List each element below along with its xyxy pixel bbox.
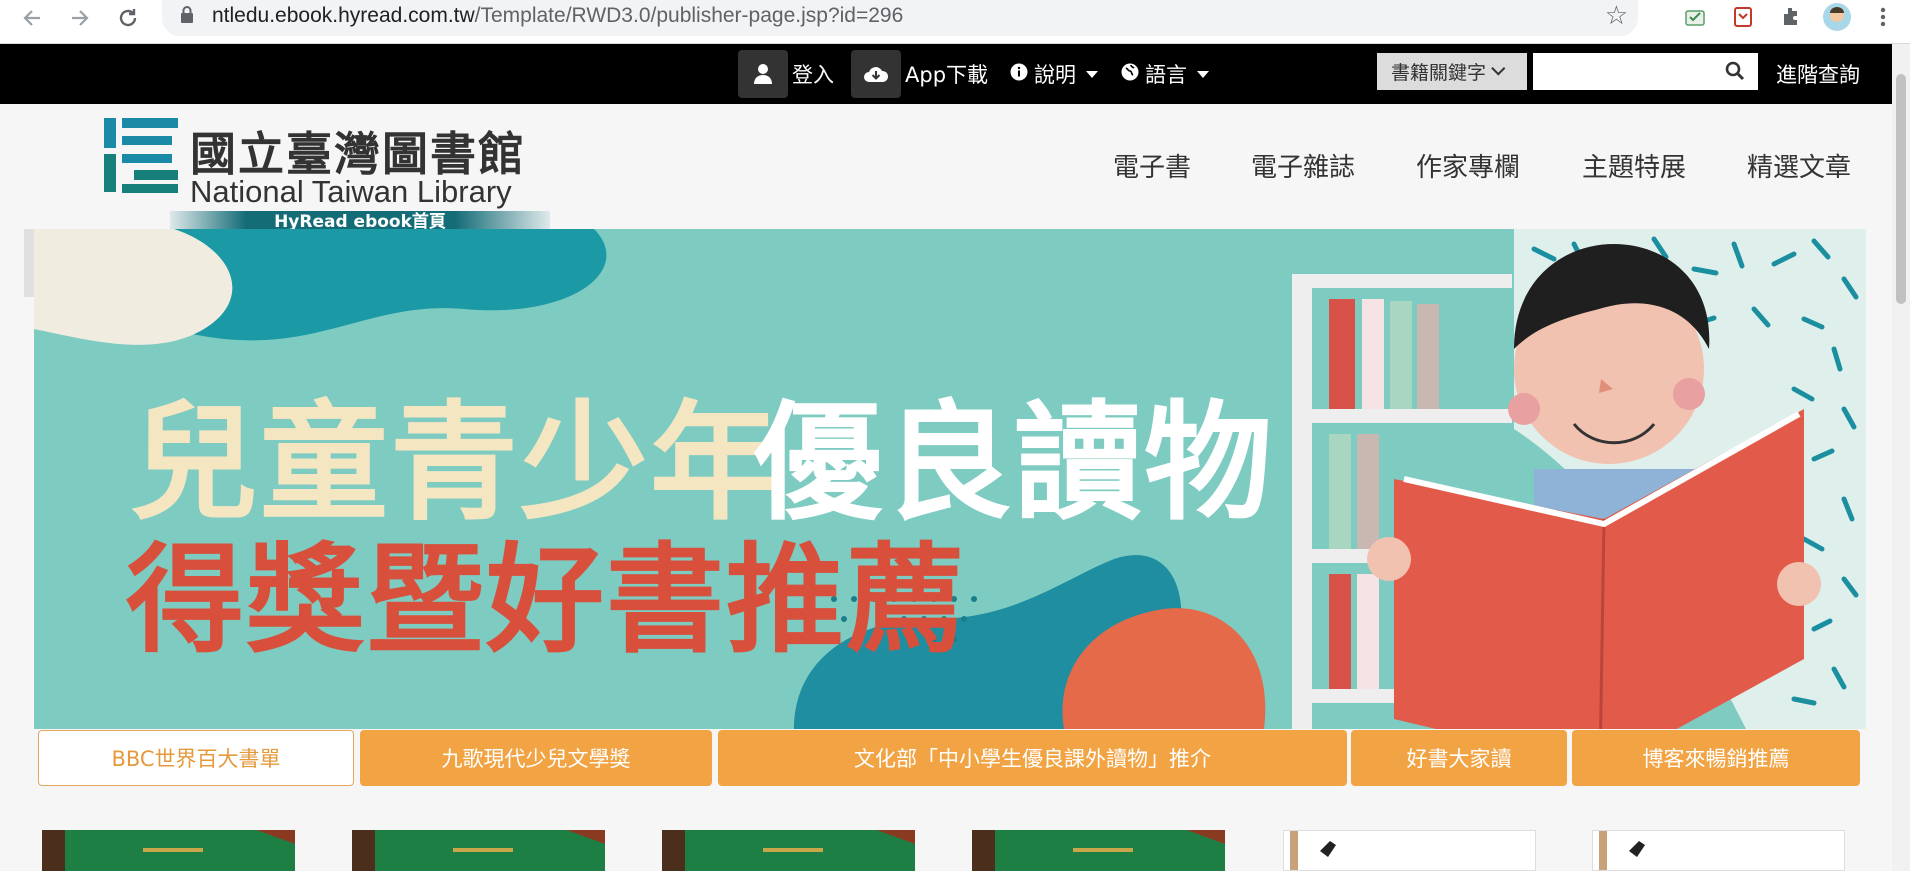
search-scope-label: 書籍關鍵字 xyxy=(1391,62,1487,84)
caret-down-icon xyxy=(1086,70,1098,78)
nav-theme-exhibits[interactable]: 主題特展 xyxy=(1582,147,1686,184)
banner-subtitle: 得獎暨好書推薦 xyxy=(126,531,967,669)
help-label: 說明 xyxy=(1034,63,1076,87)
profile-avatar-icon[interactable] xyxy=(1822,2,1852,32)
tab-books-com-bestsellers[interactable]: 博客來暢銷推薦 xyxy=(1572,730,1860,786)
book-cover[interactable] xyxy=(42,830,295,871)
category-tabs: BBC世界百大書單 九歌現代少兒文學獎 文化部「中小學生優良課外讀物」推介 好書… xyxy=(38,730,1860,786)
cover-art xyxy=(1599,831,1645,870)
library-name-en: National Taiwan Library xyxy=(190,174,512,209)
url-host: ntledu.ebook.hyread.com.tw xyxy=(212,4,475,27)
address-bar[interactable]: ntledu.ebook.hyread.com.tw/Template/RWD3… xyxy=(162,0,1638,36)
puzzle-icon[interactable] xyxy=(1776,2,1806,32)
app-download-label: App下載 xyxy=(905,63,989,87)
library-emblem-icon xyxy=(104,118,180,202)
tab-good-books[interactable]: 好書大家讀 xyxy=(1351,730,1567,786)
chevron-down-icon xyxy=(1491,60,1506,76)
book-cover[interactable] xyxy=(352,830,605,871)
tab-chiuko-award[interactable]: 九歌現代少兒文學獎 xyxy=(360,730,712,786)
tab-moc-recommended[interactable]: 文化部「中小學生優良課外讀物」推介 xyxy=(718,730,1347,786)
url-path: /Template/RWD3.0/publisher-page.jsp?id=2… xyxy=(474,4,904,27)
lock-icon xyxy=(180,6,194,23)
info-icon xyxy=(1010,62,1028,86)
library-logo[interactable]: 國立臺灣圖書館 National Taiwan Library HyRead e… xyxy=(100,116,560,233)
caret-down-icon xyxy=(1197,70,1209,78)
book-cover[interactable] xyxy=(1592,830,1845,871)
carousel-edge xyxy=(24,229,34,297)
forward-arrow-icon[interactable] xyxy=(64,2,96,34)
help-dropdown[interactable]: 說明 xyxy=(1010,44,1098,104)
nav-emagazines[interactable]: 電子雜誌 xyxy=(1251,147,1355,184)
cover-ornament xyxy=(1073,848,1134,852)
bookmark-star-icon[interactable]: ☆ xyxy=(1605,1,1628,31)
user-icon xyxy=(738,50,788,98)
url-text: ntledu.ebook.hyread.com.tw/Template/RWD3… xyxy=(212,4,903,28)
book-cover[interactable] xyxy=(662,830,915,871)
nav-featured-articles[interactable]: 精選文章 xyxy=(1747,147,1851,184)
search-scope-select[interactable]: 書籍關鍵字 xyxy=(1377,53,1527,90)
back-arrow-icon[interactable] xyxy=(16,2,48,34)
book-cover[interactable] xyxy=(1283,830,1536,871)
advanced-search-link[interactable]: 進階查詢 xyxy=(1776,44,1860,104)
scrollbar-thumb[interactable] xyxy=(1896,74,1906,304)
browser-toolbar: ntledu.ebook.hyread.com.tw/Template/RWD3… xyxy=(0,0,1910,44)
extension-icon[interactable] xyxy=(1728,2,1758,32)
language-dropdown[interactable]: 語言 xyxy=(1121,44,1209,104)
login-link[interactable]: 登入 xyxy=(738,44,834,104)
cover-art xyxy=(1290,831,1336,870)
globe-icon xyxy=(1121,62,1139,86)
book-cover[interactable] xyxy=(972,830,1225,871)
language-label: 語言 xyxy=(1145,63,1187,87)
cover-ornament xyxy=(453,848,514,852)
app-download-link[interactable]: App下載 xyxy=(851,44,988,104)
cover-ornament xyxy=(143,848,204,852)
cover-ornament xyxy=(763,848,824,852)
page-scrollbar[interactable] xyxy=(1892,44,1910,871)
cloud-download-icon xyxy=(851,50,901,98)
search-icon[interactable] xyxy=(1720,56,1750,86)
tab-bbc-top100[interactable]: BBC世界百大書單 xyxy=(38,730,354,786)
extension-icon[interactable] xyxy=(1680,2,1710,32)
reload-icon[interactable] xyxy=(112,2,144,34)
nav-ebooks[interactable]: 電子書 xyxy=(1113,147,1191,184)
hero-banner[interactable]: 兒童青少年 優良讀物 得獎暨好書推薦 xyxy=(34,229,1866,729)
kebab-menu-icon[interactable] xyxy=(1868,2,1898,32)
login-label: 登入 xyxy=(792,63,834,87)
nav-author-columns[interactable]: 作家專欄 xyxy=(1416,147,1520,184)
